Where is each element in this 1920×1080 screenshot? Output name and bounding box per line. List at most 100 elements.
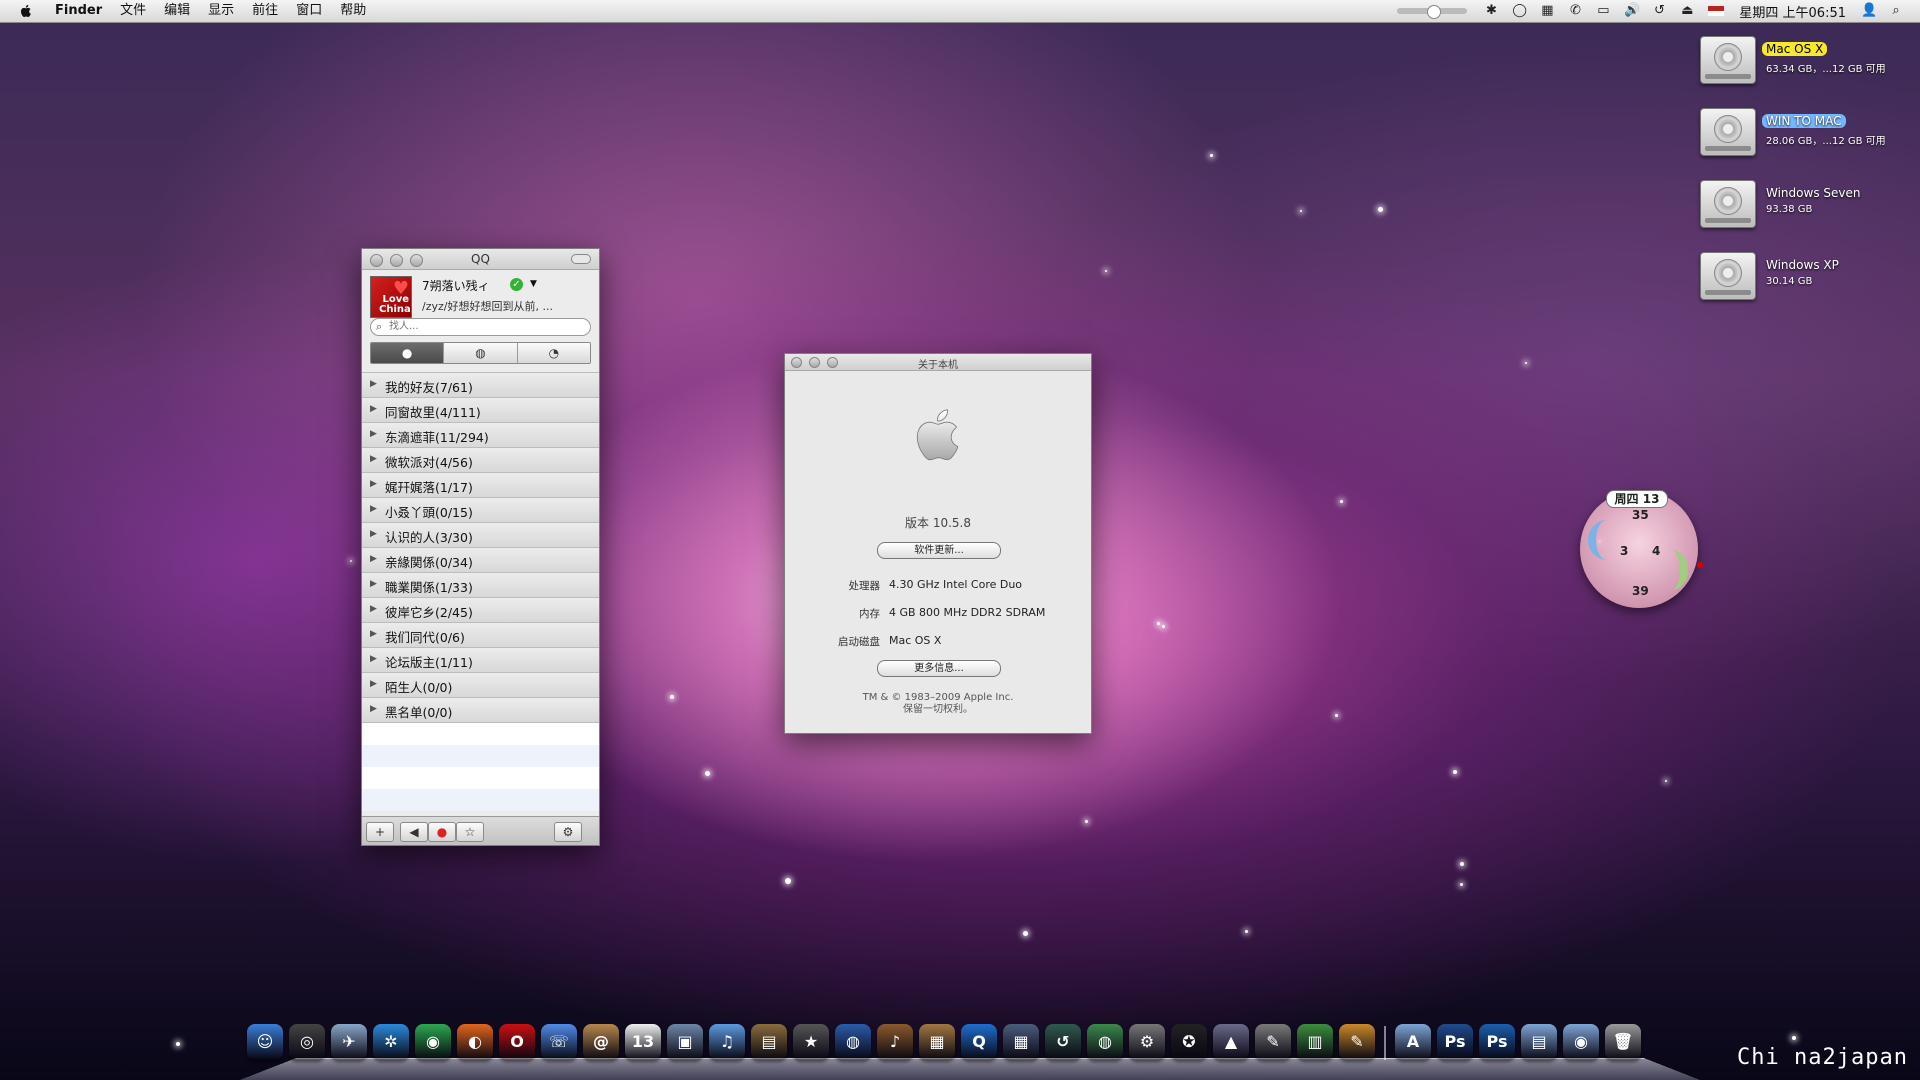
phone-status-icon[interactable]: ✆ <box>1568 4 1582 18</box>
contact-group[interactable]: ▶ 我们同代(0/6) <box>362 622 599 647</box>
menu-app-finder[interactable]: Finder <box>46 0 111 22</box>
grid-status-icon[interactable]: ▦ <box>1540 4 1554 18</box>
pages-icon[interactable]: ✎ <box>1339 1024 1375 1060</box>
documents-folder-icon[interactable]: ▤ <box>1521 1024 1557 1060</box>
desktop-drive-windows-seven[interactable]: Windows Seven 93.38 GB <box>1700 174 1900 238</box>
safari-icon[interactable]: ✲ <box>373 1024 409 1060</box>
toolbar-toggle-button[interactable] <box>571 254 591 264</box>
script-editor-icon[interactable]: ✎ <box>1255 1024 1291 1060</box>
firefox-icon[interactable]: ◐ <box>457 1024 493 1060</box>
user-icon[interactable]: 👤 <box>1861 4 1877 18</box>
photoshop-icon[interactable]: Ps <box>1437 1024 1473 1060</box>
contact-group-label: 小叒丫頭(0/15) <box>385 505 473 520</box>
add-contact-button[interactable]: + <box>366 822 394 842</box>
itunes-icon[interactable]: ♫ <box>709 1024 745 1060</box>
menu-window[interactable]: 窗口 <box>287 0 331 22</box>
mail-button[interactable]: ● <box>428 822 456 842</box>
contact-group-label: 我的好友(7/61) <box>385 380 473 395</box>
contact-group[interactable]: ▶ 微软派对(4/56) <box>362 447 599 472</box>
contact-group[interactable]: ▶ 同窗故里(4/111) <box>362 397 599 422</box>
qq-signature[interactable]: /zyz/好想好想回到从前, ... <box>422 298 553 314</box>
system-preferences-icon[interactable]: ⚙ <box>1129 1024 1165 1060</box>
qq-icon[interactable]: ✪ <box>1171 1024 1207 1060</box>
contact-group[interactable]: ▶ 娓幵娓落(1/17) <box>362 472 599 497</box>
contact-group[interactable]: ▶ 陌生人(0/0) <box>362 672 599 697</box>
contact-group[interactable]: ▶ 认识的人(3/30) <box>362 522 599 547</box>
time-machine-status-icon[interactable]: ↺ <box>1652 4 1666 18</box>
eject-icon[interactable]: ⏏ <box>1680 4 1694 18</box>
menu-help[interactable]: 帮助 <box>331 0 375 22</box>
quicktime-icon[interactable]: Q <box>961 1024 997 1060</box>
desktop-drive-macosx[interactable]: Mac OS X 63.34 GB，...12 GB 可用 <box>1700 30 1900 94</box>
menu-edit[interactable]: 编辑 <box>155 0 199 22</box>
speaker-icon: ◀ <box>409 825 419 839</box>
mail-icon[interactable]: ✈ <box>331 1024 367 1060</box>
chevron-down-icon[interactable]: ▼ <box>530 279 537 289</box>
time-machine-icon[interactable]: ↺ <box>1045 1024 1081 1060</box>
chrome-icon[interactable]: ◉ <box>415 1024 451 1060</box>
qq-nickname[interactable]: 7朔落い残ィ <box>422 277 490 294</box>
finder-icon[interactable]: ☺ <box>247 1024 283 1060</box>
contact-group-label: 亲緣関係(0/34) <box>385 555 473 570</box>
garageband-icon[interactable]: ♪ <box>877 1024 913 1060</box>
software-update-button[interactable]: 软件更新... <box>877 542 1001 559</box>
contact-group[interactable]: ▶ 我的好友(7/61) <box>362 372 599 397</box>
input-flag-icon[interactable] <box>1708 6 1725 16</box>
tab-groups[interactable]: ◍ <box>444 343 518 363</box>
contact-group[interactable]: ▶ 论坛版主(1/11) <box>362 647 599 672</box>
clock-widget[interactable]: 周四 13 35 3 4 39 <box>1580 490 1703 608</box>
contact-group[interactable]: ▶ 黑名单(0/0) <box>362 697 599 722</box>
photoshop-cs-icon[interactable]: Ps <box>1479 1024 1515 1060</box>
apple-menu-icon[interactable] <box>18 3 34 19</box>
applications-folder-icon[interactable]: A <box>1395 1024 1431 1060</box>
contact-group[interactable]: ▶ 东滴遮菲(11/294) <box>362 422 599 447</box>
downloads-folder-icon[interactable]: ◉ <box>1563 1024 1599 1060</box>
tab-recent[interactable]: ◔ <box>517 343 590 363</box>
star-icon: ☆ <box>464 825 476 839</box>
trash-icon[interactable]: 🗑 <box>1605 1024 1641 1060</box>
settings-button[interactable]: ⚙ <box>554 822 582 842</box>
sound-button[interactable]: ◀ <box>400 822 428 842</box>
ichat-icon[interactable]: ☏ <box>541 1024 577 1060</box>
display-status-icon[interactable]: ▭ <box>1596 4 1610 18</box>
favorites-button[interactable]: ☆ <box>456 822 484 842</box>
preview-icon[interactable]: ▦ <box>919 1024 955 1060</box>
avatar[interactable]: ♥ Love China <box>370 276 412 318</box>
volume-icon[interactable]: 🔊 <box>1624 4 1640 18</box>
online-status-icon[interactable]: ✓ <box>510 278 523 291</box>
menu-file[interactable]: 文件 <box>111 0 155 22</box>
network-icon[interactable]: ◍ <box>1087 1024 1123 1060</box>
image-capture-icon[interactable]: ▤ <box>751 1024 787 1060</box>
imovie-icon[interactable]: ★ <box>793 1024 829 1060</box>
contact-group[interactable]: ▶ 小叒丫頭(0/15) <box>362 497 599 522</box>
address-book-icon[interactable]: @ <box>583 1024 619 1060</box>
qq-profile: ♥ Love China 7朔落い残ィ ✓ ▼ /zyz/好想好想回到从前, .… <box>362 270 599 318</box>
chat-status-icon[interactable]: ◯ <box>1512 4 1527 18</box>
menubar-slider[interactable] <box>1397 5 1468 19</box>
menu-view[interactable]: 显示 <box>199 0 243 22</box>
more-info-button[interactable]: 更多信息... <box>877 660 1001 677</box>
qq-title-bar[interactable]: QQ <box>362 249 599 270</box>
gear-status-icon[interactable]: ✱ <box>1484 4 1498 18</box>
menubar-clock[interactable]: 星期四 上午06:51 <box>1739 2 1846 21</box>
contact-group-label: 论坛版主(1/11) <box>385 655 473 670</box>
numbers-icon[interactable]: ▥ <box>1297 1024 1333 1060</box>
menu-go[interactable]: 前往 <box>243 0 287 22</box>
search-input[interactable] <box>389 319 569 333</box>
contact-group[interactable]: ▶ 亲緣関係(0/34) <box>362 547 599 572</box>
opera-icon[interactable]: O <box>499 1024 535 1060</box>
dashboard-icon[interactable]: ◎ <box>289 1024 325 1060</box>
calendar-icon[interactable]: 13 <box>625 1024 661 1060</box>
desktop-drive-windows-xp[interactable]: Windows XP 30.14 GB <box>1700 246 1900 310</box>
spotlight-icon[interactable]: ⌕ <box>1889 4 1903 18</box>
contact-group[interactable]: ▶ 職業関係(1/33) <box>362 572 599 597</box>
tab-contacts[interactable]: ● <box>371 343 445 363</box>
contact-group[interactable]: ▶ 彼岸它乡(2/45) <box>362 597 599 622</box>
spaces-icon[interactable]: ▦ <box>1003 1024 1039 1060</box>
disclosure-triangle-icon: ▶ <box>370 704 377 714</box>
about-title-bar[interactable]: 关于本机 <box>785 354 1091 371</box>
desktop-drive-win-to-mac[interactable]: WIN TO MAC 28.06 GB，...12 GB 可用 <box>1700 102 1900 166</box>
iphoto-icon[interactable]: ▣ <box>667 1024 703 1060</box>
dvd-player-icon[interactable]: ◍ <box>835 1024 871 1060</box>
keynote-icon[interactable]: ▲ <box>1213 1024 1249 1060</box>
